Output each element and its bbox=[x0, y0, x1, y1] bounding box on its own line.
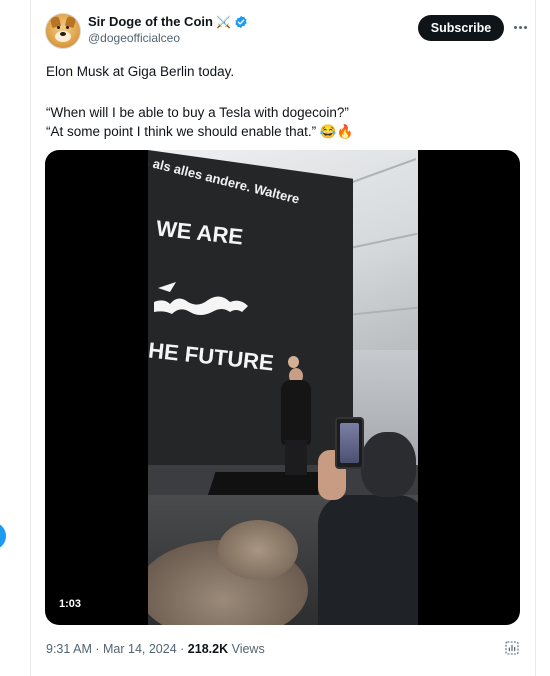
giga-berlin-logo-graphic bbox=[154, 282, 248, 315]
meta-separator: · bbox=[180, 642, 188, 656]
tweet-text-line-2: “When will I be able to buy a Tesla with… bbox=[46, 105, 349, 120]
author-name-row[interactable]: Sir Doge of the Coin ⚔️ bbox=[88, 14, 248, 29]
avatar-nose bbox=[60, 32, 66, 36]
video-duration-badge: 1:03 bbox=[53, 596, 88, 612]
meta-separator: · bbox=[95, 642, 103, 656]
author-name[interactable]: Sir Doge of the Coin bbox=[88, 14, 213, 29]
video-frame[interactable]: , als alles andere. Waltere WE ARE HE FU… bbox=[148, 150, 418, 625]
tweet-text-line-3: “At some point I think we should enable … bbox=[46, 124, 354, 139]
screen-text-top: , als alles andere. Waltere bbox=[148, 154, 302, 207]
speaker-legs bbox=[285, 440, 307, 475]
tweet-date[interactable]: Mar 14, 2024 bbox=[103, 642, 177, 656]
foreground-hair-blur bbox=[218, 520, 298, 580]
author-avatar[interactable] bbox=[45, 13, 81, 49]
views-label: Views bbox=[231, 642, 265, 656]
tweet-text-line-1: Elon Musk at Giga Berlin today. bbox=[46, 64, 235, 79]
crossed-swords-icon: ⚔️ bbox=[215, 14, 231, 29]
audience-member-body bbox=[318, 495, 418, 625]
avatar-eye-left bbox=[57, 26, 60, 29]
more-options-icon[interactable] bbox=[510, 17, 530, 37]
screen-text-future: HE FUTURE bbox=[148, 337, 275, 376]
screen-content: , als alles andere. Waltere WE ARE HE FU… bbox=[148, 150, 358, 480]
verified-badge-icon bbox=[235, 15, 247, 28]
child-head bbox=[288, 356, 299, 368]
avatar-eye-right bbox=[66, 26, 69, 29]
subscribe-button[interactable]: Subscribe bbox=[418, 15, 504, 41]
audience-phone bbox=[335, 417, 364, 469]
views-count: 218.2K bbox=[187, 642, 229, 656]
left-edge-tab[interactable] bbox=[0, 522, 6, 550]
tweet-meta: 9:31 AM · Mar 14, 2024 · 218.2K Views bbox=[46, 642, 265, 656]
tweet-time[interactable]: 9:31 AM bbox=[46, 642, 92, 656]
audience-member-cap bbox=[361, 432, 416, 497]
post-analytics-icon[interactable] bbox=[504, 640, 520, 656]
screen-text-we-are: WE ARE bbox=[154, 215, 245, 250]
speaker-body bbox=[281, 380, 311, 445]
author-handle[interactable]: @dogeofficialceo bbox=[88, 31, 180, 45]
video-player[interactable]: , als alles andere. Waltere WE ARE HE FU… bbox=[45, 150, 520, 625]
